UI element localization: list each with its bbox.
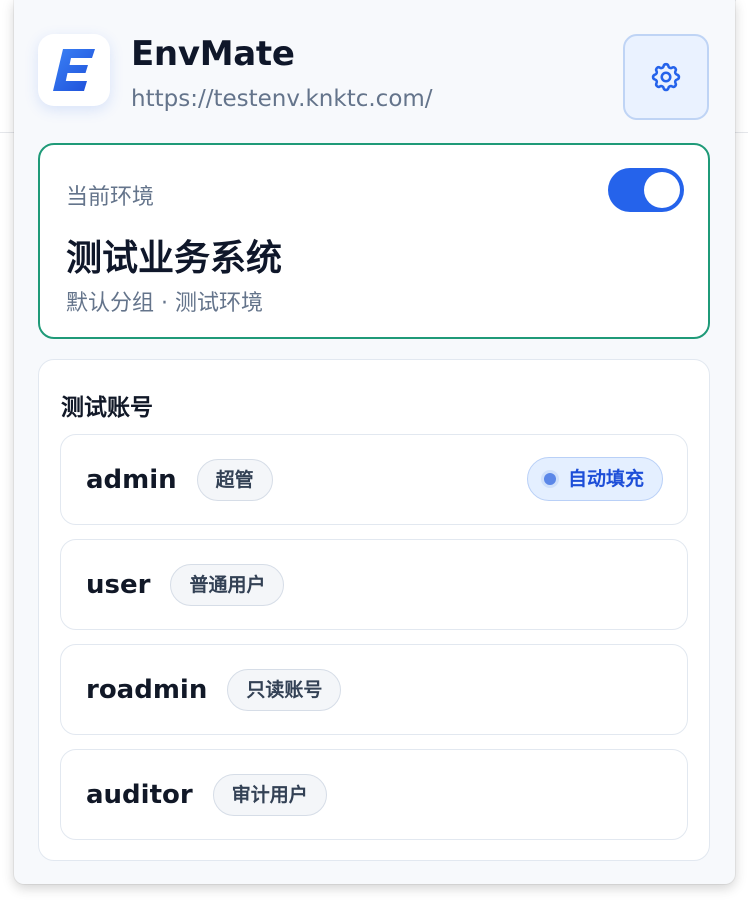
current-environment-card: 当前环境 测试业务系统 默认分组 · 测试环境 (38, 143, 710, 339)
current-env-subtitle: 默认分组 · 测试环境 (66, 291, 263, 316)
account-role-tag: 普通用户 (170, 563, 285, 606)
extension-popup: EnvMate https://testenv.knktc.com/ 当前环境 … (14, 0, 735, 884)
account-name: auditor (86, 779, 193, 810)
account-role-tag: 只读账号 (227, 668, 342, 711)
autofill-badge: 自动填充 (526, 457, 663, 501)
account-role-tag: 超管 (196, 458, 273, 501)
account-name: user (86, 569, 151, 600)
current-env-label: 当前环境 (66, 185, 155, 210)
settings-button[interactable] (623, 34, 709, 120)
envmate-logo-icon (38, 34, 110, 106)
account-row-user[interactable]: user 普通用户 (60, 539, 688, 630)
account-name: roadmin (86, 674, 208, 705)
account-row-auditor[interactable]: auditor 审计用户 (60, 749, 688, 840)
accounts-title: 测试账号 (61, 395, 153, 421)
account-row-admin[interactable]: admin 超管 自动填充 (60, 434, 688, 525)
app-title: EnvMate (131, 34, 295, 74)
account-role-tag: 审计用户 (212, 773, 327, 816)
gear-icon (651, 62, 681, 92)
toggle-knob (644, 172, 680, 208)
current-url: https://testenv.knktc.com/ (131, 86, 433, 112)
account-name: admin (86, 464, 177, 495)
account-row-roadmin[interactable]: roadmin 只读账号 (60, 644, 688, 735)
autofill-dot-icon (543, 473, 556, 485)
test-accounts-card: 测试账号 admin 超管 自动填充 user 普通用户 roadmin 只读账… (38, 359, 710, 861)
autofill-label: 自动填充 (567, 468, 644, 490)
current-env-name: 测试业务系统 (66, 238, 283, 279)
env-toggle[interactable] (608, 168, 684, 212)
